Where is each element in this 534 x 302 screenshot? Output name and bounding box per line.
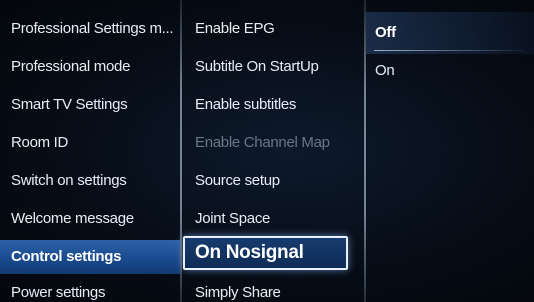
menu-item-joint-space[interactable]: Joint Space xyxy=(195,202,360,236)
menu-item-professional-settings[interactable]: Professional Settings m... xyxy=(11,12,177,46)
menu-item-enable-subtitles[interactable]: Enable subtitles xyxy=(195,88,360,122)
settings-menu-level3: Off On xyxy=(366,0,534,302)
option-separator xyxy=(374,50,524,51)
settings-menu-level1: Professional Settings m... Professional … xyxy=(0,0,180,302)
menu-item-simply-share[interactable]: Simply Share xyxy=(195,276,360,302)
option-off[interactable]: Off xyxy=(375,16,525,50)
menu-item-control-settings[interactable]: Control settings xyxy=(0,240,180,274)
option-on[interactable]: On xyxy=(375,54,525,88)
menu-item-professional-mode[interactable]: Professional mode xyxy=(11,50,177,84)
menu-item-enable-epg[interactable]: Enable EPG xyxy=(195,12,360,46)
tv-settings-screen: Professional Settings m... Professional … xyxy=(0,0,534,302)
menu-item-welcome-message[interactable]: Welcome message xyxy=(11,202,177,236)
menu-item-smart-tv-settings[interactable]: Smart TV Settings xyxy=(11,88,177,122)
menu-item-enable-channel-map: Enable Channel Map xyxy=(195,134,330,151)
menu-item-room-id[interactable]: Room ID xyxy=(11,126,177,160)
menu-item-power-settings[interactable]: Power settings xyxy=(11,276,177,302)
menu-item-source-setup[interactable]: Source setup xyxy=(195,164,360,198)
menu-item-subtitle-on-startup[interactable]: Subtitle On StartUp xyxy=(195,50,360,84)
menu-item-switch-on-settings[interactable]: Switch on settings xyxy=(11,164,177,198)
settings-menu-level2: Enable EPG Subtitle On StartUp Enable su… xyxy=(180,0,365,302)
menu-item-on-nosignal[interactable]: On Nosignal xyxy=(183,236,348,270)
